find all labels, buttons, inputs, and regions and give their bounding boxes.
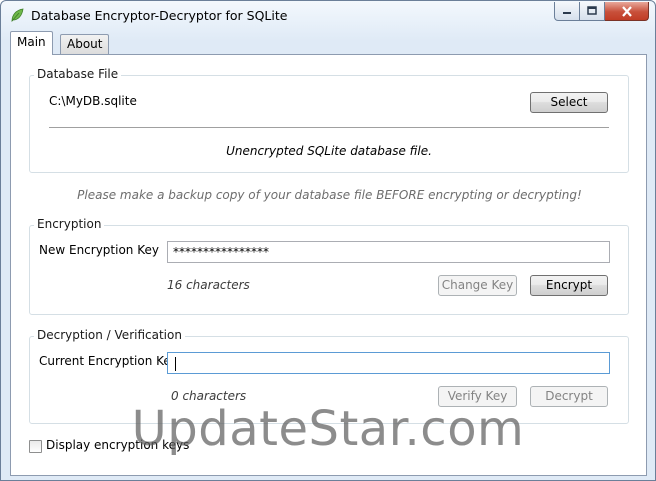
decryption-group: Decryption / Verification Current Encryp… — [29, 328, 629, 424]
decrypt-button[interactable]: Decrypt — [530, 386, 608, 407]
window-title: Database Encryptor-Decryptor for SQLite — [31, 8, 288, 23]
maximize-button[interactable] — [580, 2, 605, 21]
display-keys-checkbox[interactable] — [29, 440, 42, 453]
select-button[interactable]: Select — [530, 92, 608, 113]
new-key-label: New Encryption Key — [39, 243, 159, 257]
new-key-char-count: 16 characters — [167, 278, 250, 292]
current-key-char-count: 0 characters — [171, 389, 247, 403]
verify-key-button[interactable]: Verify Key — [438, 386, 517, 407]
decryption-group-title: Decryption / Verification — [34, 328, 185, 342]
leaf-icon — [11, 8, 24, 22]
title-bar[interactable]: Database Encryptor-Decryptor for SQLite — [1, 1, 655, 31]
text-caret — [175, 356, 176, 371]
encrypt-button[interactable]: Encrypt — [530, 275, 608, 296]
app-window: Database Encryptor-Decryptor for SQLite … — [0, 0, 656, 481]
tab-main[interactable]: Main — [10, 31, 53, 55]
display-keys-label[interactable]: Display encryption keys — [46, 438, 189, 452]
maximize-icon — [587, 6, 597, 15]
new-key-input[interactable]: **************** — [167, 241, 610, 263]
backup-warning: Please make a backup copy of your databa… — [77, 188, 582, 202]
database-file-group-title: Database File — [34, 67, 122, 81]
close-button[interactable] — [605, 2, 649, 21]
tab-about[interactable]: About — [60, 34, 110, 54]
database-file-group: Database File C:\MyDB.sqlite Select Unen… — [29, 67, 629, 173]
minimize-icon — [563, 12, 571, 14]
current-key-input[interactable] — [167, 352, 610, 374]
divider — [49, 127, 609, 128]
close-icon — [621, 5, 632, 17]
main-tab-panel: Database File C:\MyDB.sqlite Select Unen… — [10, 54, 647, 476]
caption-buttons — [554, 2, 649, 22]
change-key-button[interactable]: Change Key — [438, 275, 517, 296]
current-key-label: Current Encryption Key — [39, 354, 178, 368]
encryption-group: Encryption New Encryption Key **********… — [29, 217, 629, 315]
encryption-group-title: Encryption — [34, 217, 105, 231]
database-path: C:\MyDB.sqlite — [49, 94, 137, 108]
database-status: Unencrypted SQLite database file. — [226, 144, 432, 158]
minimize-button[interactable] — [554, 2, 580, 21]
